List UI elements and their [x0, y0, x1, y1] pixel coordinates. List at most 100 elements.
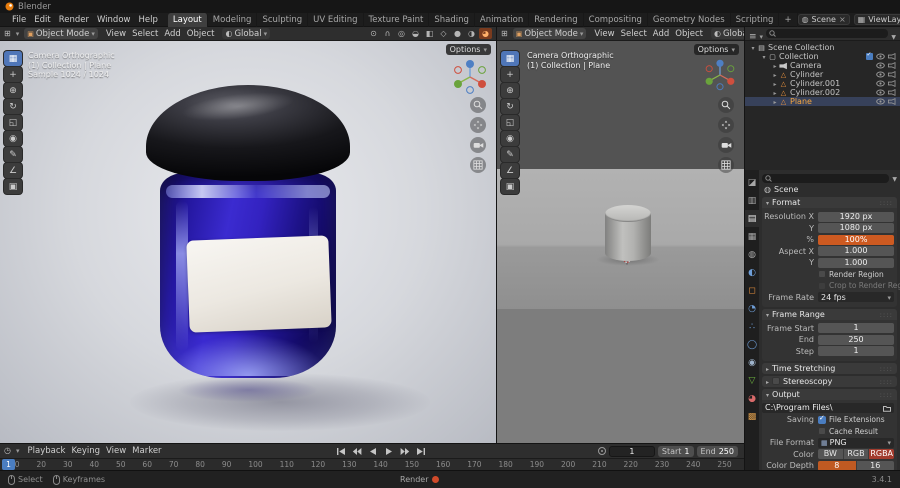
play-reverse-button[interactable]	[366, 446, 380, 457]
header-toggle-icon[interactable]	[367, 28, 380, 39]
frame-step-field[interactable]: 1	[818, 346, 894, 356]
options-button[interactable]: Options	[445, 44, 491, 55]
zoom-icon[interactable]	[718, 97, 734, 113]
properties-tab[interactable]	[745, 354, 759, 371]
expander-icon[interactable]	[771, 88, 779, 97]
disable-render-camera-icon[interactable]	[888, 98, 896, 105]
disable-render-camera-icon[interactable]	[888, 89, 896, 96]
pan-hand-icon[interactable]	[470, 117, 486, 133]
frame-start-field[interactable]: Start 1	[657, 445, 694, 457]
pan-hand-icon[interactable]	[718, 117, 734, 133]
scene-selector[interactable]: Scene	[797, 14, 850, 25]
mode-selector[interactable]: Object Mode	[512, 28, 587, 39]
navigation-gizmo[interactable]	[702, 57, 738, 93]
outliner-row[interactable]: Cylinder.002	[745, 88, 900, 97]
workspace-tab[interactable]: Rendering	[529, 12, 584, 27]
hide-eye-icon[interactable]	[876, 53, 885, 60]
resolution-y-field[interactable]: 1080 px	[818, 223, 894, 233]
outliner-search-input[interactable]	[766, 29, 889, 38]
transform-orientation-dropdown[interactable]: Global	[222, 28, 271, 39]
properties-tab[interactable]	[745, 282, 759, 299]
editor-type-icon[interactable]	[4, 29, 11, 39]
frame-range-section-header[interactable]: Frame Range	[762, 308, 897, 320]
filter-icon[interactable]	[892, 174, 897, 183]
frame-rate-dropdown[interactable]: 24 fps	[818, 292, 894, 302]
viewport-menu[interactable]: View	[103, 29, 129, 39]
grid-ortho-icon[interactable]	[470, 157, 486, 173]
crop-to-render-region-checkbox[interactable]	[818, 281, 826, 290]
workspace-tab[interactable]: Modeling	[208, 12, 258, 27]
tool-button[interactable]	[4, 179, 22, 194]
header-toggle-icon[interactable]	[409, 28, 422, 39]
hide-eye-icon[interactable]	[876, 71, 885, 78]
camera-view-icon[interactable]	[718, 137, 734, 153]
stereoscopy-checkbox[interactable]	[772, 377, 781, 385]
properties-tab[interactable]	[745, 192, 759, 209]
tool-button[interactable]	[501, 131, 519, 146]
color-depth-button[interactable]: 8	[818, 460, 857, 470]
header-toggle-icon[interactable]	[381, 28, 394, 39]
tool-button[interactable]	[4, 131, 22, 146]
tool-button[interactable]	[501, 83, 519, 98]
time-stretching-section-header[interactable]: Time Stretching	[762, 362, 897, 374]
file-format-dropdown[interactable]: PNG	[818, 437, 894, 448]
timeline-ruler[interactable]: 1 10203040506070809010011012013014015016…	[0, 458, 744, 470]
panel-grip-icon[interactable]	[880, 377, 893, 386]
transform-orientation-dropdown[interactable]: Global	[710, 28, 744, 39]
workspace-tab[interactable]: Geometry Nodes	[648, 12, 731, 27]
menu-item[interactable]: File	[8, 15, 30, 25]
aspect-y-field[interactable]: 1.000	[818, 257, 894, 268]
header-toggle-icon[interactable]	[451, 28, 464, 39]
jump-to-start-button[interactable]	[334, 446, 348, 457]
options-button[interactable]: Options	[693, 44, 739, 55]
properties-tab[interactable]	[745, 264, 759, 281]
mode-selector[interactable]: Object Mode	[24, 28, 98, 39]
rendered-jar-object[interactable]	[130, 85, 430, 431]
header-toggle-icon[interactable]	[465, 28, 478, 39]
panel-grip-icon[interactable]	[880, 364, 893, 373]
viewport-menu[interactable]: Object	[672, 29, 706, 39]
collection-checkbox-icon[interactable]	[866, 51, 873, 60]
header-toggle-icon[interactable]	[395, 28, 408, 39]
viewport-menu[interactable]: Add	[161, 29, 183, 39]
viewport-canvas[interactable]: Camera Orthographic (1) Collection | Pla…	[0, 41, 496, 443]
properties-tab[interactable]	[745, 210, 759, 227]
editor-type-icon[interactable]	[4, 446, 11, 456]
properties-tab[interactable]	[745, 228, 759, 245]
workspace-tab[interactable]: Layout	[167, 12, 208, 27]
zoom-icon[interactable]	[470, 97, 486, 113]
viewport-menu[interactable]: Select	[129, 29, 161, 39]
workspace-tab[interactable]: Compositing	[584, 12, 648, 27]
disable-render-camera-icon[interactable]	[888, 71, 896, 78]
play-button[interactable]	[382, 446, 396, 457]
disable-render-camera-icon[interactable]	[888, 53, 896, 60]
expander-icon[interactable]	[771, 70, 779, 79]
viewport-canvas[interactable]: Camera Orthographic (1) Collection | Pla…	[497, 41, 744, 443]
tool-button[interactable]	[4, 147, 22, 162]
menu-item[interactable]: Help	[134, 15, 161, 25]
tool-button[interactable]	[501, 99, 519, 114]
tool-button[interactable]	[4, 99, 22, 114]
properties-tab[interactable]	[745, 318, 759, 335]
viewport-menu[interactable]: Select	[618, 29, 650, 39]
navigation-gizmo[interactable]	[450, 57, 490, 97]
panel-grip-icon[interactable]	[880, 198, 893, 207]
timeline-menu[interactable]: Keying	[68, 446, 103, 456]
color-mode-button[interactable]: RGB	[843, 449, 870, 459]
outliner-row[interactable]: Plane	[745, 97, 900, 106]
camera-view-icon[interactable]	[470, 137, 486, 153]
frame-start-field[interactable]: 1	[818, 323, 894, 333]
tool-button[interactable]	[501, 115, 519, 130]
file-extensions-checkbox[interactable]	[818, 414, 826, 424]
properties-tab[interactable]	[745, 336, 759, 353]
properties-tab[interactable]	[745, 408, 759, 425]
editor-type-icon[interactable]	[501, 29, 508, 39]
timeline-menu[interactable]: Playback	[25, 446, 69, 456]
tool-button[interactable]	[501, 67, 519, 82]
output-path-field[interactable]: C:\Program Files\	[762, 403, 894, 413]
resolution-scale-slider[interactable]: 100%	[818, 234, 894, 245]
timeline-menu[interactable]: View	[103, 446, 129, 456]
properties-search-input[interactable]	[762, 173, 890, 183]
editor-type-icon[interactable]	[749, 24, 757, 43]
outliner-row[interactable]: Camera	[745, 61, 900, 70]
